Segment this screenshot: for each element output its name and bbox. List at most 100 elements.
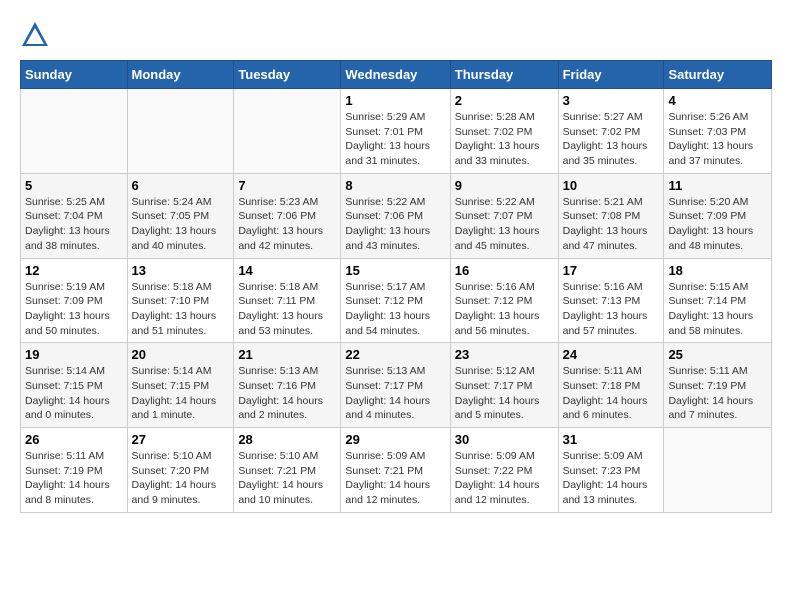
day-number: 17 bbox=[563, 263, 660, 278]
day-cell: 15 Sunrise: 5:17 AM Sunset: 7:12 PM Dayli… bbox=[341, 258, 450, 343]
day-info: Sunrise: 5:22 AM Sunset: 7:07 PM Dayligh… bbox=[455, 195, 554, 254]
day-cell: 24 Sunrise: 5:11 AM Sunset: 7:18 PM Dayli… bbox=[558, 343, 664, 428]
day-number: 28 bbox=[238, 432, 336, 447]
day-number: 18 bbox=[668, 263, 767, 278]
day-cell: 25 Sunrise: 5:11 AM Sunset: 7:19 PM Dayli… bbox=[664, 343, 772, 428]
day-number: 5 bbox=[25, 178, 123, 193]
day-number: 22 bbox=[345, 347, 445, 362]
day-cell: 10 Sunrise: 5:21 AM Sunset: 7:08 PM Dayli… bbox=[558, 173, 664, 258]
day-number: 14 bbox=[238, 263, 336, 278]
day-number: 29 bbox=[345, 432, 445, 447]
day-info: Sunrise: 5:27 AM Sunset: 7:02 PM Dayligh… bbox=[563, 110, 660, 169]
header-cell-tuesday: Tuesday bbox=[234, 61, 341, 89]
logo bbox=[20, 20, 54, 50]
header-cell-saturday: Saturday bbox=[664, 61, 772, 89]
day-number: 20 bbox=[132, 347, 230, 362]
header-cell-friday: Friday bbox=[558, 61, 664, 89]
day-info: Sunrise: 5:16 AM Sunset: 7:12 PM Dayligh… bbox=[455, 280, 554, 339]
day-cell: 14 Sunrise: 5:18 AM Sunset: 7:11 PM Dayli… bbox=[234, 258, 341, 343]
day-cell: 27 Sunrise: 5:10 AM Sunset: 7:20 PM Dayli… bbox=[127, 428, 234, 513]
day-info: Sunrise: 5:18 AM Sunset: 7:10 PM Dayligh… bbox=[132, 280, 230, 339]
day-cell: 8Sunrise: 5:22 AM Sunset: 7:06 PM Daylig… bbox=[341, 173, 450, 258]
day-number: 27 bbox=[132, 432, 230, 447]
day-number: 10 bbox=[563, 178, 660, 193]
day-info: Sunrise: 5:18 AM Sunset: 7:11 PM Dayligh… bbox=[238, 280, 336, 339]
day-number: 26 bbox=[25, 432, 123, 447]
header-cell-thursday: Thursday bbox=[450, 61, 558, 89]
day-info: Sunrise: 5:20 AM Sunset: 7:09 PM Dayligh… bbox=[668, 195, 767, 254]
day-cell: 20Sunrise: 5:14 AM Sunset: 7:15 PM Dayli… bbox=[127, 343, 234, 428]
day-number: 13 bbox=[132, 263, 230, 278]
day-cell: 18 Sunrise: 5:15 AM Sunset: 7:14 PM Dayli… bbox=[664, 258, 772, 343]
day-info: Sunrise: 5:21 AM Sunset: 7:08 PM Dayligh… bbox=[563, 195, 660, 254]
day-cell: 19 Sunrise: 5:14 AM Sunset: 7:15 PM Dayli… bbox=[21, 343, 128, 428]
week-row-3: 12Sunrise: 5:19 AM Sunset: 7:09 PM Dayli… bbox=[21, 258, 772, 343]
day-number: 1 bbox=[345, 93, 445, 108]
day-info: Sunrise: 5:09 AM Sunset: 7:21 PM Dayligh… bbox=[345, 449, 445, 508]
week-row-5: 26 Sunrise: 5:11 AM Sunset: 7:19 PM Dayli… bbox=[21, 428, 772, 513]
day-info: Sunrise: 5:23 AM Sunset: 7:06 PM Dayligh… bbox=[238, 195, 336, 254]
day-number: 8 bbox=[345, 178, 445, 193]
day-cell: 17Sunrise: 5:16 AM Sunset: 7:13 PM Dayli… bbox=[558, 258, 664, 343]
day-number: 3 bbox=[563, 93, 660, 108]
day-cell: 5 Sunrise: 5:25 AM Sunset: 7:04 PM Daylig… bbox=[21, 173, 128, 258]
day-info: Sunrise: 5:10 AM Sunset: 7:21 PM Dayligh… bbox=[238, 449, 336, 508]
day-cell bbox=[664, 428, 772, 513]
day-info: Sunrise: 5:29 AM Sunset: 7:01 PM Dayligh… bbox=[345, 110, 445, 169]
day-number: 21 bbox=[238, 347, 336, 362]
day-number: 2 bbox=[455, 93, 554, 108]
day-cell: 6 Sunrise: 5:24 AM Sunset: 7:05 PM Daylig… bbox=[127, 173, 234, 258]
day-cell: 21Sunrise: 5:13 AM Sunset: 7:16 PM Dayli… bbox=[234, 343, 341, 428]
logo-icon bbox=[20, 20, 50, 50]
day-info: Sunrise: 5:09 AM Sunset: 7:23 PM Dayligh… bbox=[563, 449, 660, 508]
page-header bbox=[20, 20, 772, 50]
day-cell: 2 Sunrise: 5:28 AM Sunset: 7:02 PM Daylig… bbox=[450, 89, 558, 174]
header-row: SundayMondayTuesdayWednesdayThursdayFrid… bbox=[21, 61, 772, 89]
week-row-4: 19 Sunrise: 5:14 AM Sunset: 7:15 PM Dayli… bbox=[21, 343, 772, 428]
day-number: 19 bbox=[25, 347, 123, 362]
day-info: Sunrise: 5:12 AM Sunset: 7:17 PM Dayligh… bbox=[455, 364, 554, 423]
day-info: Sunrise: 5:26 AM Sunset: 7:03 PM Dayligh… bbox=[668, 110, 767, 169]
day-number: 16 bbox=[455, 263, 554, 278]
day-info: Sunrise: 5:24 AM Sunset: 7:05 PM Dayligh… bbox=[132, 195, 230, 254]
day-number: 23 bbox=[455, 347, 554, 362]
day-cell: 9Sunrise: 5:22 AM Sunset: 7:07 PM Daylig… bbox=[450, 173, 558, 258]
day-cell: 12Sunrise: 5:19 AM Sunset: 7:09 PM Dayli… bbox=[21, 258, 128, 343]
day-info: Sunrise: 5:17 AM Sunset: 7:12 PM Dayligh… bbox=[345, 280, 445, 339]
day-cell: 22 Sunrise: 5:13 AM Sunset: 7:17 PM Dayli… bbox=[341, 343, 450, 428]
day-number: 25 bbox=[668, 347, 767, 362]
day-info: Sunrise: 5:11 AM Sunset: 7:18 PM Dayligh… bbox=[563, 364, 660, 423]
header-cell-sunday: Sunday bbox=[21, 61, 128, 89]
day-number: 4 bbox=[668, 93, 767, 108]
day-cell bbox=[127, 89, 234, 174]
day-cell: 16 Sunrise: 5:16 AM Sunset: 7:12 PM Dayli… bbox=[450, 258, 558, 343]
day-cell: 29 Sunrise: 5:09 AM Sunset: 7:21 PM Dayli… bbox=[341, 428, 450, 513]
header-cell-wednesday: Wednesday bbox=[341, 61, 450, 89]
day-info: Sunrise: 5:13 AM Sunset: 7:17 PM Dayligh… bbox=[345, 364, 445, 423]
day-info: Sunrise: 5:25 AM Sunset: 7:04 PM Dayligh… bbox=[25, 195, 123, 254]
day-number: 31 bbox=[563, 432, 660, 447]
day-number: 7 bbox=[238, 178, 336, 193]
day-number: 24 bbox=[563, 347, 660, 362]
day-info: Sunrise: 5:15 AM Sunset: 7:14 PM Dayligh… bbox=[668, 280, 767, 339]
day-info: Sunrise: 5:28 AM Sunset: 7:02 PM Dayligh… bbox=[455, 110, 554, 169]
calendar-table: SundayMondayTuesdayWednesdayThursdayFrid… bbox=[20, 60, 772, 513]
week-row-2: 5 Sunrise: 5:25 AM Sunset: 7:04 PM Daylig… bbox=[21, 173, 772, 258]
header-cell-monday: Monday bbox=[127, 61, 234, 89]
day-cell bbox=[21, 89, 128, 174]
day-cell: 7 Sunrise: 5:23 AM Sunset: 7:06 PM Daylig… bbox=[234, 173, 341, 258]
day-info: Sunrise: 5:09 AM Sunset: 7:22 PM Dayligh… bbox=[455, 449, 554, 508]
day-cell: 1 Sunrise: 5:29 AM Sunset: 7:01 PM Daylig… bbox=[341, 89, 450, 174]
day-info: Sunrise: 5:11 AM Sunset: 7:19 PM Dayligh… bbox=[25, 449, 123, 508]
day-cell: 28 Sunrise: 5:10 AM Sunset: 7:21 PM Dayli… bbox=[234, 428, 341, 513]
day-cell: 31 Sunrise: 5:09 AM Sunset: 7:23 PM Dayli… bbox=[558, 428, 664, 513]
day-cell: 26 Sunrise: 5:11 AM Sunset: 7:19 PM Dayli… bbox=[21, 428, 128, 513]
day-cell bbox=[234, 89, 341, 174]
day-info: Sunrise: 5:19 AM Sunset: 7:09 PM Dayligh… bbox=[25, 280, 123, 339]
day-info: Sunrise: 5:10 AM Sunset: 7:20 PM Dayligh… bbox=[132, 449, 230, 508]
day-number: 6 bbox=[132, 178, 230, 193]
day-number: 15 bbox=[345, 263, 445, 278]
day-cell: 4 Sunrise: 5:26 AM Sunset: 7:03 PM Daylig… bbox=[664, 89, 772, 174]
day-info: Sunrise: 5:11 AM Sunset: 7:19 PM Dayligh… bbox=[668, 364, 767, 423]
day-info: Sunrise: 5:14 AM Sunset: 7:15 PM Dayligh… bbox=[25, 364, 123, 423]
